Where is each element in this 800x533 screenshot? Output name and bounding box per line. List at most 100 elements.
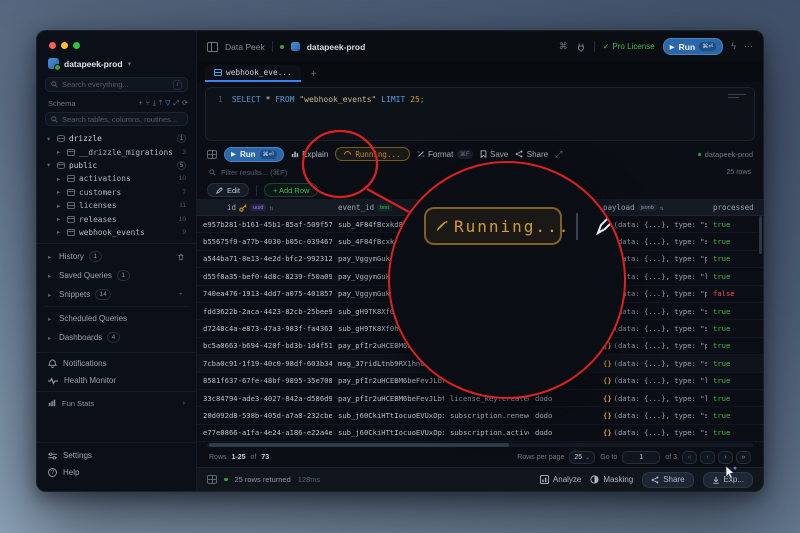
- tab-webhook-events[interactable]: webhook_eve...: [205, 65, 301, 82]
- tree-item-activations[interactable]: ▸activations10: [43, 172, 190, 185]
- chevron-right-icon: ▸: [48, 291, 54, 299]
- boolean-value: true: [713, 307, 730, 316]
- refresh-icon[interactable]: ⟳: [182, 100, 188, 107]
- chevron-right-icon[interactable]: ▸: [57, 228, 63, 236]
- json-braces-icon: {}: [603, 411, 612, 420]
- tree-item-label: releases: [79, 215, 175, 224]
- chevron-down-icon[interactable]: ▾: [47, 161, 53, 169]
- explain-button[interactable]: Explain: [291, 150, 329, 159]
- database-connection-icon: [48, 58, 59, 69]
- rows-per-page-select[interactable]: 25 ⌄: [569, 451, 595, 464]
- maximize-window-button[interactable]: [73, 42, 80, 49]
- page-number-input[interactable]: 1: [622, 451, 660, 464]
- chevron-right-icon[interactable]: ▸: [57, 202, 63, 210]
- masking-button[interactable]: Masking: [590, 475, 633, 484]
- bolt-icon[interactable]: ϟ: [731, 42, 736, 51]
- type-badge-jsonb: jsonb: [638, 204, 657, 211]
- expand-icon[interactable]: ⤢: [555, 150, 562, 159]
- boolean-value: true: [713, 272, 730, 281]
- tree-item-drizzle[interactable]: ▾drizzle1: [43, 132, 190, 145]
- cell-id: b55675f9-a77b-4030-b05c-039467e030…: [197, 237, 332, 246]
- sidebar-item-health-monitor[interactable]: Health Monitor: [37, 372, 196, 389]
- sidebar-item-dashboards[interactable]: ▸Dashboards4: [43, 328, 190, 347]
- pro-license-badge[interactable]: ✓Pro License: [603, 42, 655, 51]
- save-button[interactable]: Save: [480, 150, 509, 159]
- workspace-name: datapeek-prod: [64, 59, 123, 69]
- item-count: 10: [179, 216, 186, 223]
- column-header-id[interactable]: id uuid ⇅: [197, 203, 332, 212]
- sidebar-item-history[interactable]: ▸History1: [43, 247, 190, 266]
- last-page-button[interactable]: »: [736, 451, 751, 464]
- magnifier-callout: Running...: [388, 161, 626, 399]
- filter-icon[interactable]: ▽: [165, 100, 170, 107]
- workspace-switcher[interactable]: datapeek-prod ▾: [37, 55, 196, 75]
- collapse-all-icon[interactable]: ⤢: [174, 100, 180, 107]
- run-query-button[interactable]: ▶ Run ⌘⏎: [663, 38, 724, 55]
- diagram-icon[interactable]: ⑂: [146, 100, 150, 107]
- grid-view-icon[interactable]: [207, 150, 217, 159]
- section-label: Snippets: [59, 290, 90, 299]
- chevron-right-icon[interactable]: ▸: [57, 215, 63, 223]
- chevron-right-icon[interactable]: ▸: [57, 148, 63, 156]
- add-icon[interactable]: +: [179, 291, 185, 298]
- share-button[interactable]: Share: [642, 472, 693, 488]
- magnified-running-label: Running...: [454, 217, 570, 236]
- prev-page-button[interactable]: ‹: [700, 451, 715, 464]
- toggle-sidebar-icon[interactable]: [207, 42, 218, 52]
- schema-search-input[interactable]: Search tables, columns, routines...: [45, 112, 188, 126]
- export-icon[interactable]: ⤒: [159, 100, 162, 107]
- plug-icon[interactable]: [576, 42, 586, 52]
- scrollbar-thumb[interactable]: [209, 443, 509, 447]
- table-row[interactable]: e77e0866-a1fa-4e24-a186-e22a4ef353…sub_j…: [197, 425, 763, 442]
- sidebar-item-scheduled-queries[interactable]: ▸Scheduled Queries: [43, 309, 190, 328]
- minimize-window-button[interactable]: [61, 42, 68, 49]
- analyze-button[interactable]: Analyze: [540, 475, 581, 484]
- format-button[interactable]: Format ⌘F: [417, 150, 473, 159]
- close-window-button[interactable]: [49, 42, 56, 49]
- tree-item-releases[interactable]: ▸ releases 10: [43, 212, 190, 225]
- next-page-button[interactable]: ›: [718, 451, 733, 464]
- tree-item-licenses[interactable]: ▸licenses11: [43, 199, 190, 212]
- import-icon[interactable]: ⤓: [153, 100, 156, 107]
- sort-icon[interactable]: ⇅: [269, 204, 273, 212]
- edit-button[interactable]: Edit: [207, 183, 249, 197]
- command-palette-icon[interactable]: ⌘: [559, 42, 568, 51]
- cell-provider: dodo: [529, 411, 597, 420]
- tree-item-public[interactable]: ▾public5: [43, 159, 190, 172]
- chevron-down-icon[interactable]: ▾: [47, 135, 53, 143]
- tree-item-customers[interactable]: ▸customers7: [43, 186, 190, 199]
- column-header-processed[interactable]: processed: [707, 203, 756, 212]
- chevron-right-icon[interactable]: ▸: [57, 175, 63, 183]
- table-row[interactable]: 20d092d8-538b-405d-a7a8-232cbeaf13…sub_j…: [197, 407, 763, 424]
- trash-icon[interactable]: [177, 248, 185, 266]
- sidebar-item-fun-stats[interactable]: Fun Stats ›: [37, 394, 196, 412]
- global-search-input[interactable]: Search everything... /: [45, 77, 188, 92]
- more-menu-icon[interactable]: ⋯: [744, 42, 753, 51]
- cell-id: d7248c4a-e873-47a3-983f-fa43632d33…: [197, 324, 332, 333]
- rows-per-page-label: Rows per page: [517, 454, 564, 461]
- sidebar-item-snippets[interactable]: ▸Snippets14+: [43, 285, 190, 304]
- sort-icon[interactable]: ⇅: [660, 204, 664, 212]
- boolean-value: true: [713, 237, 730, 246]
- new-tab-button[interactable]: +: [305, 69, 323, 82]
- tree-item-label: licenses: [79, 201, 175, 210]
- sidebar-item-settings[interactable]: Settings: [48, 447, 185, 464]
- run-button[interactable]: ▶ Run ⌘⏎: [224, 147, 284, 162]
- chevron-right-icon[interactable]: ▸: [57, 188, 63, 196]
- status-bar: 25 rows returned 128ms Analyze Masking S…: [197, 467, 763, 491]
- boolean-value: true: [713, 376, 730, 385]
- sidebar-item-notifications[interactable]: Notifications: [37, 355, 196, 372]
- vertical-scrollbar[interactable]: [759, 216, 762, 254]
- grid-view-icon[interactable]: [207, 475, 217, 484]
- pager-buttons: «‹›»: [682, 451, 751, 464]
- sidebar-item-saved-queries[interactable]: ▸Saved Queries1: [43, 266, 190, 285]
- add-row-button[interactable]: + Add Row: [264, 183, 318, 197]
- first-page-button[interactable]: «: [682, 451, 697, 464]
- add-icon[interactable]: +: [139, 100, 143, 107]
- tree-item-webhook_events[interactable]: ▸webhook_events9: [43, 226, 190, 239]
- sql-editor[interactable]: 1 SELECT * FROM "webhook_events" LIMIT 2…: [205, 87, 755, 141]
- tree-item-__drizzle_migrations[interactable]: ▸__drizzle_migrations3: [43, 145, 190, 158]
- sidebar-item-help[interactable]: ? Help: [48, 464, 185, 481]
- share-button[interactable]: Share: [515, 150, 548, 159]
- filter-results-input[interactable]: Filter results... (⌘F): [221, 168, 287, 177]
